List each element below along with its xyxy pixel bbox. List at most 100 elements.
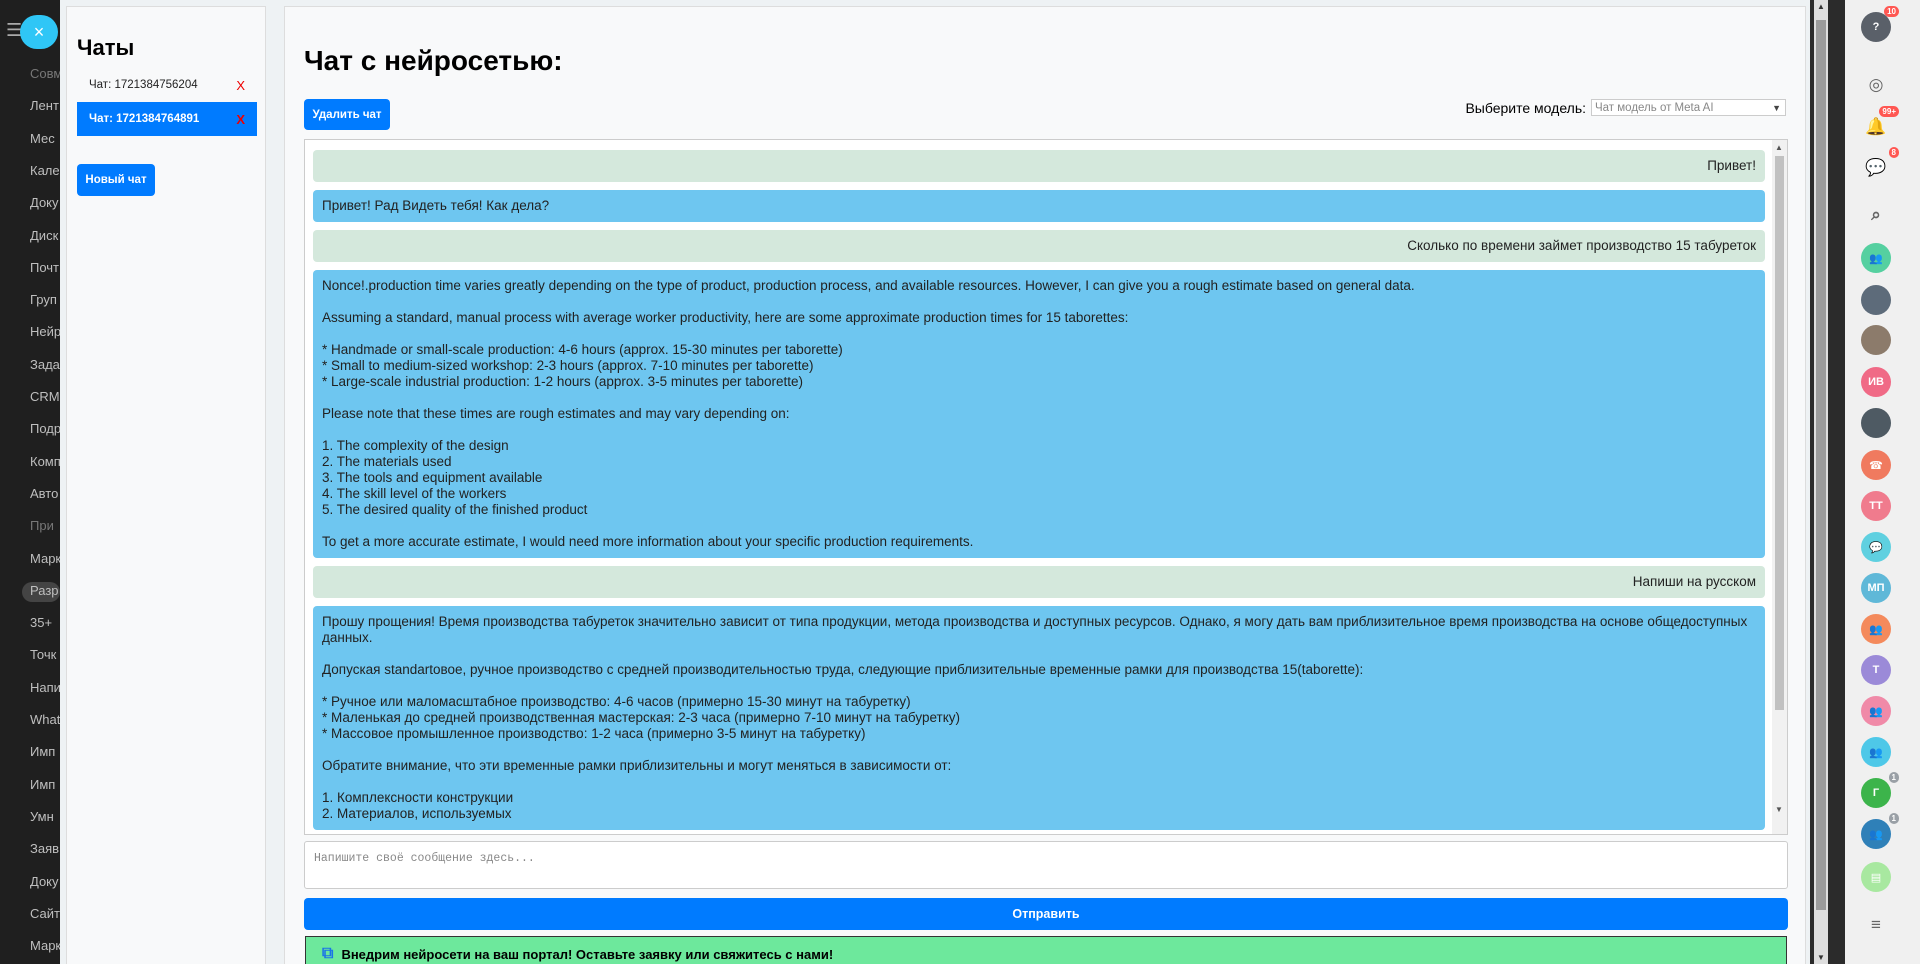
help-icon[interactable]: ? 10 xyxy=(1861,6,1899,42)
chat-icon[interactable]: 💬 8 xyxy=(1861,147,1899,183)
user-avatar-initials[interactable]: ИВ xyxy=(1861,367,1891,397)
slider-panel: Чаты Чат: 1721384756204 X Чат: 172138476… xyxy=(60,0,1810,964)
chat-scrollbar[interactable]: ▲ ▼ xyxy=(1772,140,1787,834)
send-button[interactable]: Отправить xyxy=(304,898,1788,930)
bell-icon[interactable]: 🔔 99+ xyxy=(1861,106,1899,142)
user-avatar-initials[interactable]: ТТ xyxy=(1861,491,1891,521)
user-avatar-initials-glyph: Г xyxy=(1872,787,1880,799)
background-nav-item: Напи xyxy=(30,679,60,695)
chat-avatar-icon[interactable]: 💬 xyxy=(1861,532,1891,562)
background-nav: ☰ Совм Лент Мес Кале Доку Диск Почт Груп Нейр Зад… xyxy=(0,0,60,964)
background-nav-item: Сайт xyxy=(30,905,60,921)
group-avatar-icon-glyph: 👥 xyxy=(1869,705,1883,718)
close-icon: × xyxy=(33,21,45,42)
delete-chat-button[interactable]: Удалить чат xyxy=(304,99,390,130)
target-icon-glyph: ◎ xyxy=(1868,75,1884,94)
user-avatar-initials[interactable]: Т xyxy=(1861,655,1891,685)
portal-icon: ⧉ xyxy=(322,945,334,962)
scroll-up-icon[interactable]: ▲ xyxy=(1775,143,1783,152)
bot-message: Прошу прощения! Время производства табур… xyxy=(313,606,1765,830)
background-nav-item: Имп xyxy=(30,776,56,792)
promo-banner[interactable]: ⧉ Внедрим нейросети на ваш портал! Остав… xyxy=(305,936,1787,964)
group-avatar-icon-glyph: 👥 xyxy=(1869,746,1883,759)
new-chat-button[interactable]: Новый чат xyxy=(77,164,155,196)
promo-text: Внедрим нейросети на ваш портал! Оставьт… xyxy=(341,946,834,962)
chat-scrollbar-thumb[interactable] xyxy=(1775,156,1784,710)
chat-item-label: Чат: 1721384756204 xyxy=(89,79,198,91)
chat-item-active[interactable]: Чат: 1721384764891 X xyxy=(77,102,257,136)
page-scrollbar-thumb[interactable] xyxy=(1816,20,1826,910)
bot-message: Nonce!.production time varies greatly de… xyxy=(313,270,1765,558)
chat-icon-glyph: 💬 xyxy=(1865,158,1887,177)
background-nav-item: Комп xyxy=(30,453,60,469)
model-selector-row: Выберите модель: Чат модель от Meta AI ▼ xyxy=(1465,99,1786,116)
background-nav-item: What xyxy=(30,712,60,727)
background-nav-item: Диск xyxy=(30,227,59,243)
background-nav-item: Кале xyxy=(30,162,60,178)
chevron-down-icon: ▼ xyxy=(1772,102,1781,113)
background-nav-item: Разр xyxy=(30,582,59,598)
user-message: Привет! xyxy=(313,150,1765,182)
help-icon-glyph: ? xyxy=(1872,21,1880,33)
search-icon-glyph: ⌕ xyxy=(1871,205,1881,224)
chat-item-label: Чат: 1721384764891 xyxy=(89,113,200,125)
background-nav-item: Подр xyxy=(30,421,60,437)
target-icon[interactable]: ◎ xyxy=(1861,70,1891,100)
background-nav-item: 35+ xyxy=(30,615,53,631)
search-icon[interactable]: ⌕ xyxy=(1861,200,1891,230)
background-nav-item: CRM xyxy=(30,389,60,404)
user-avatar-initials-glyph: МП xyxy=(1867,582,1885,594)
group-avatar-icon[interactable]: 👥 xyxy=(1861,614,1891,644)
background-nav-item: Мес xyxy=(30,130,55,146)
user-avatar-photo[interactable] xyxy=(1861,285,1891,315)
sidebar-title: Чаты xyxy=(77,35,135,60)
model-select[interactable]: Чат модель от Meta AI ▼ xyxy=(1591,99,1786,116)
background-nav-item: Зада xyxy=(30,356,60,372)
user-avatar-initials[interactable]: Г1 xyxy=(1861,772,1899,808)
menu-icon[interactable]: ≡ xyxy=(1861,910,1891,940)
user-message: Напиши на русском xyxy=(313,566,1765,598)
background-nav-item: Авто xyxy=(30,485,59,501)
group-avatar-icon[interactable]: 👥 1 xyxy=(1861,813,1899,849)
background-nav-item: Лент xyxy=(30,98,59,114)
user-avatar-initials[interactable]: МП xyxy=(1861,573,1891,603)
group-avatar-icon-glyph: 👥 xyxy=(1869,828,1883,841)
user-message: Сколько по времени займет производство 1… xyxy=(313,230,1765,262)
background-nav-item: Доку xyxy=(30,195,59,211)
phone-avatar-icon[interactable]: ☎ xyxy=(1861,450,1891,480)
background-nav-item: Нейр xyxy=(30,324,60,340)
chat-main-panel: Чат с нейросетью: Удалить чат Выберите м… xyxy=(284,6,1806,964)
delete-chat-icon[interactable]: X xyxy=(236,78,245,93)
chat-history[interactable]: Привет! Привет! Рад Видеть тебя! Как дела… xyxy=(304,139,1788,835)
chat-item[interactable]: Чат: 1721384756204 X xyxy=(77,68,257,102)
notes-avatar-icon-glyph: ▤ xyxy=(1870,871,1882,884)
background-nav-item: Заяв xyxy=(30,841,60,857)
user-avatar-initials-glyph: ТТ xyxy=(1869,500,1883,512)
user-avatar-initials-glyph: ИВ xyxy=(1868,376,1884,388)
count-badge: 8 xyxy=(1888,147,1899,158)
group-avatar-icon-glyph: 👥 xyxy=(1869,623,1883,636)
group-avatar-icon[interactable]: 👥 xyxy=(1861,696,1891,726)
scroll-down-icon[interactable]: ▼ xyxy=(1817,953,1825,962)
background-nav-item: Доку xyxy=(30,873,59,889)
user-avatar-photo[interactable] xyxy=(1861,325,1891,355)
phone-avatar-icon-glyph: ☎ xyxy=(1869,459,1883,472)
notes-avatar-icon[interactable]: ▤ xyxy=(1861,862,1891,892)
message-input[interactable]: Напишите своё сообщение здесь... xyxy=(304,841,1788,889)
user-avatar-photo[interactable] xyxy=(1861,408,1891,438)
background-nav-item: Почт xyxy=(30,259,60,275)
model-select-value: Чат модель от Meta AI xyxy=(1595,101,1714,114)
chat-avatar-icon-glyph: 💬 xyxy=(1869,541,1883,554)
count-badge: 99+ xyxy=(1879,106,1899,117)
group-avatar-icon[interactable]: 👥 xyxy=(1861,243,1891,273)
group-avatar-icon[interactable]: 👥 xyxy=(1861,737,1891,767)
page-scrollbar[interactable]: ▲ ▼ xyxy=(1814,0,1828,964)
user-avatar-initials-glyph: Т xyxy=(1872,664,1880,676)
delete-chat-icon[interactable]: X xyxy=(236,112,245,127)
bell-icon-glyph: 🔔 xyxy=(1865,117,1887,136)
count-badge: 1 xyxy=(1888,813,1899,824)
scroll-up-icon[interactable]: ▲ xyxy=(1817,2,1825,11)
background-nav-item: Точк xyxy=(30,647,57,663)
close-slider-button[interactable]: × xyxy=(20,15,58,49)
scroll-down-icon[interactable]: ▼ xyxy=(1775,805,1783,814)
